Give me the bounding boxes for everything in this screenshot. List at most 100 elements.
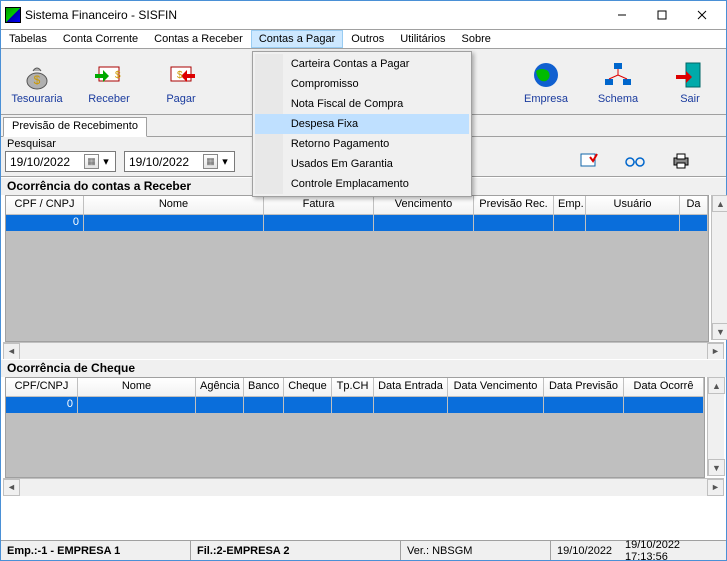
calendar-icon[interactable]: ▦ bbox=[203, 154, 218, 169]
status-date: 19/10/2022 bbox=[551, 541, 619, 560]
titlebar: Sistema Financeiro - SISFIN bbox=[1, 1, 726, 29]
column-header[interactable]: Fatura bbox=[264, 196, 374, 215]
close-button[interactable] bbox=[682, 2, 722, 28]
menuitem-retorno-pagamento[interactable]: Retorno Pagamento bbox=[255, 134, 469, 154]
table-cell bbox=[374, 215, 474, 231]
print-icon[interactable] bbox=[670, 151, 692, 171]
tab-previsao-recebimento[interactable]: Previsão de Recebimento bbox=[3, 117, 147, 137]
toolbar-empresa[interactable]: Empresa bbox=[510, 49, 582, 114]
table-cell bbox=[474, 215, 554, 231]
table-cell bbox=[448, 397, 544, 413]
table-cell bbox=[284, 397, 332, 413]
scroll-down-button[interactable]: ▼ bbox=[712, 323, 727, 340]
svg-text:$: $ bbox=[177, 70, 183, 81]
chevron-down-icon[interactable]: ▾ bbox=[218, 155, 232, 168]
search-label: Pesquisar bbox=[7, 138, 56, 150]
table-cell bbox=[374, 397, 448, 413]
column-header[interactable]: Emp. bbox=[554, 196, 586, 215]
grid-receber: CPF / CNPJNomeFaturaVencimentoPrevisão R… bbox=[5, 195, 709, 342]
pay-icon: $ bbox=[165, 59, 197, 91]
column-header[interactable]: CPF/CNPJ bbox=[6, 378, 78, 397]
horizontal-scrollbar[interactable]: ◄ ► bbox=[3, 478, 724, 495]
menu-conta-corrente[interactable]: Conta Corrente bbox=[55, 30, 146, 48]
status-emp: Emp.:-1 - EMPRESA 1 bbox=[1, 541, 191, 560]
check-list-icon[interactable] bbox=[578, 151, 600, 171]
scroll-up-button[interactable]: ▲ bbox=[708, 377, 725, 394]
table-cell bbox=[624, 397, 704, 413]
column-header[interactable]: Data Vencimento bbox=[448, 378, 544, 397]
table-row[interactable]: 0 bbox=[6, 215, 708, 231]
scroll-left-button[interactable]: ◄ bbox=[3, 479, 20, 496]
column-header[interactable]: Data Previsão bbox=[544, 378, 624, 397]
column-header[interactable]: Vencimento bbox=[374, 196, 474, 215]
toolbar-tesouraria[interactable]: $Tesouraria bbox=[1, 49, 73, 114]
column-header[interactable]: Previsão Rec. bbox=[474, 196, 554, 215]
column-header[interactable]: Nome bbox=[78, 378, 196, 397]
column-header[interactable]: CPF / CNPJ bbox=[6, 196, 84, 215]
schema-icon bbox=[602, 59, 634, 91]
menu-contas-a-receber[interactable]: Contas a Receber bbox=[146, 30, 251, 48]
table-cell: 0 bbox=[6, 397, 78, 413]
table-row[interactable]: 0 bbox=[6, 397, 704, 413]
scroll-right-button[interactable]: ► bbox=[707, 343, 724, 360]
menu-bar: TabelasConta CorrenteContas a ReceberCon… bbox=[1, 29, 726, 49]
menuitem-usados-em-garantia[interactable]: Usados Em Garantia bbox=[255, 154, 469, 174]
date-to-field[interactable]: ▦ ▾ bbox=[124, 151, 235, 172]
table-cell bbox=[244, 397, 284, 413]
table-cell bbox=[332, 397, 374, 413]
status-fil: Fil.:2-EMPRESA 2 bbox=[191, 541, 401, 560]
window-title: Sistema Financeiro - SISFIN bbox=[21, 8, 602, 22]
svg-text:$: $ bbox=[34, 73, 41, 87]
menuitem-carteira-contas-a-pagar[interactable]: Carteira Contas a Pagar bbox=[255, 54, 469, 74]
globe-icon bbox=[530, 59, 562, 91]
table-cell bbox=[264, 215, 374, 231]
menu-outros[interactable]: Outros bbox=[343, 30, 392, 48]
column-header[interactable]: Nome bbox=[84, 196, 264, 215]
column-header[interactable]: Tp.CH bbox=[332, 378, 374, 397]
table-cell bbox=[196, 397, 244, 413]
status-bar: Emp.:-1 - EMPRESA 1 Fil.:2-EMPRESA 2 Ver… bbox=[1, 540, 726, 560]
date-from-field[interactable]: ▦ ▾ bbox=[5, 151, 116, 172]
menu-contas-a-pagar[interactable]: Contas a PagarCarteira Contas a PagarCom… bbox=[251, 30, 343, 48]
vertical-scrollbar[interactable]: ▲▼ bbox=[711, 195, 727, 340]
scroll-up-button[interactable]: ▲ bbox=[712, 195, 727, 212]
menu-sobre[interactable]: Sobre bbox=[454, 30, 499, 48]
menu-tabelas[interactable]: Tabelas bbox=[1, 30, 55, 48]
column-header[interactable]: Data Entrada bbox=[374, 378, 448, 397]
status-datetime: 19/10/2022 17:13:56 bbox=[619, 541, 726, 560]
menuitem-controle-emplacamento[interactable]: Controle Emplacamento bbox=[255, 174, 469, 194]
column-header[interactable]: Data Ocorrê bbox=[624, 378, 704, 397]
maximize-button[interactable] bbox=[642, 2, 682, 28]
calendar-icon[interactable]: ▦ bbox=[84, 154, 99, 169]
minimize-button[interactable] bbox=[602, 2, 642, 28]
toolbar-pagar[interactable]: $Pagar bbox=[145, 49, 217, 114]
svg-text:$: $ bbox=[115, 70, 121, 81]
moneybag-icon: $ bbox=[21, 59, 53, 91]
toolbar-sair[interactable]: Sair bbox=[654, 49, 726, 114]
column-header[interactable]: Agência bbox=[196, 378, 244, 397]
scroll-left-button[interactable]: ◄ bbox=[3, 343, 20, 360]
column-header[interactable]: Da bbox=[680, 196, 708, 215]
date-from-input[interactable] bbox=[10, 155, 84, 169]
menuitem-nota-fiscal-de-compra[interactable]: Nota Fiscal de Compra bbox=[255, 94, 469, 114]
glasses-icon[interactable] bbox=[624, 151, 646, 171]
column-header[interactable]: Usuário bbox=[586, 196, 680, 215]
status-ver: Ver.: NBSGM bbox=[401, 541, 551, 560]
column-header[interactable]: Banco bbox=[244, 378, 284, 397]
menuitem-compromisso[interactable]: Compromisso bbox=[255, 74, 469, 94]
menu-utilitários[interactable]: Utilitários bbox=[392, 30, 453, 48]
date-to-input[interactable] bbox=[129, 155, 203, 169]
menuitem-despesa-fixa[interactable]: Despesa Fixa bbox=[255, 114, 469, 134]
scroll-right-button[interactable]: ► bbox=[707, 479, 724, 496]
exit-icon bbox=[674, 59, 706, 91]
grid2-title: Ocorrência de Cheque bbox=[1, 359, 726, 377]
scroll-down-button[interactable]: ▼ bbox=[708, 459, 725, 476]
toolbar-schema[interactable]: Schema bbox=[582, 49, 654, 114]
table-cell bbox=[586, 215, 680, 231]
table-cell bbox=[84, 215, 264, 231]
chevron-down-icon[interactable]: ▾ bbox=[99, 155, 113, 168]
column-header[interactable]: Cheque bbox=[284, 378, 332, 397]
vertical-scrollbar[interactable]: ▲▼ bbox=[707, 377, 724, 476]
toolbar-receber[interactable]: $Receber bbox=[73, 49, 145, 114]
horizontal-scrollbar[interactable]: ◄ ► bbox=[3, 342, 724, 359]
